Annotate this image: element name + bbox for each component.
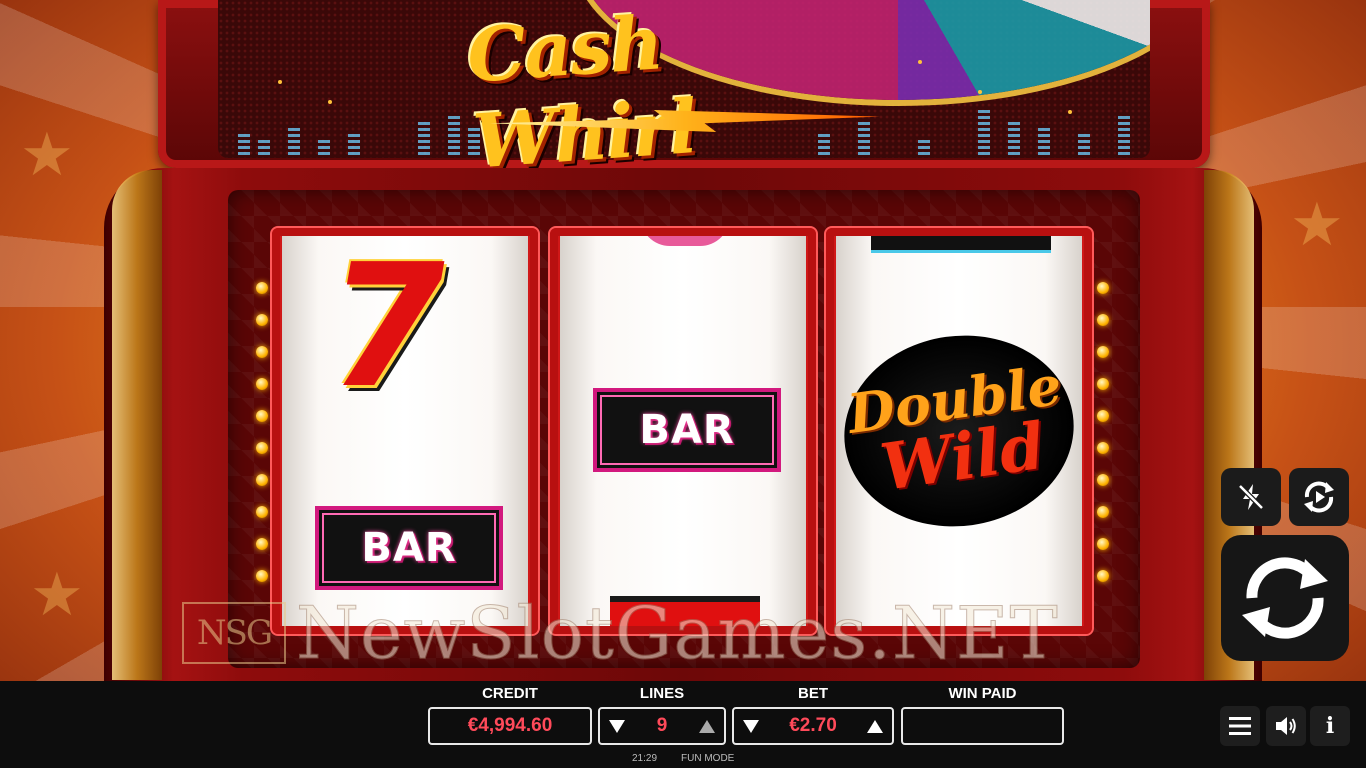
light-bulb	[1097, 474, 1109, 486]
equalizer-bar	[1078, 134, 1090, 158]
sparkle	[918, 60, 922, 64]
bar-label: BAR	[639, 407, 735, 453]
down-arrow-icon	[743, 719, 759, 733]
watermark: NSG NewSlotGames.NET	[182, 591, 1059, 676]
reel-face: BAR	[560, 236, 806, 626]
light-bulb	[256, 410, 268, 422]
equalizer-bar	[418, 122, 430, 158]
win-paid-label: WIN PAID	[948, 685, 1017, 702]
watermark-text: NewSlotGames.NET	[296, 591, 1059, 676]
light-bulb	[256, 474, 268, 486]
light-bulb	[256, 314, 268, 326]
bar-label: BAR	[361, 525, 457, 571]
star-decoration: ★	[30, 561, 84, 628]
sparkle	[328, 100, 332, 104]
equalizer-bar	[1038, 128, 1050, 158]
lightning-off-icon	[1238, 484, 1264, 510]
bar-symbol: BAR	[315, 506, 503, 590]
lines-label: LINES	[639, 685, 685, 702]
equalizer-bar	[448, 116, 460, 158]
sound-button[interactable]	[1266, 706, 1306, 746]
bet-decrease-button[interactable]	[736, 709, 766, 743]
menu-button[interactable]	[1220, 706, 1260, 746]
sparkle	[978, 90, 982, 94]
light-bulb	[256, 378, 268, 390]
credit-label: CREDIT	[482, 685, 538, 702]
light-bulb	[256, 346, 268, 358]
credit-display: €4,994.60	[428, 707, 592, 745]
spin-arrows-icon	[1242, 557, 1328, 639]
light-bulb	[256, 282, 268, 294]
clock: 21:29	[632, 753, 658, 764]
spin-button[interactable]	[1221, 535, 1349, 661]
speaker-icon	[1276, 717, 1296, 735]
seven-symbol: 7	[310, 236, 464, 426]
bet-value: €2.70	[789, 715, 837, 736]
up-arrow-icon	[867, 719, 883, 733]
equalizer-bar	[1008, 122, 1020, 158]
watermark-logo: NSG	[182, 602, 286, 664]
bet-control: €2.70	[732, 707, 894, 745]
equalizer-bar	[258, 140, 270, 158]
mode-indicator: FUN MODE	[681, 753, 735, 764]
autoplay-button[interactable]	[1289, 468, 1349, 526]
light-bulb	[1097, 570, 1109, 582]
down-arrow-icon	[609, 719, 625, 733]
light-bulb	[256, 506, 268, 518]
credit-value: €4,994.60	[467, 715, 553, 736]
double-wild-symbol: Double Wild	[836, 320, 1082, 542]
light-bulb	[256, 570, 268, 582]
sparkle	[1068, 110, 1072, 114]
light-bulb	[1097, 346, 1109, 358]
info-icon: i	[1325, 713, 1335, 739]
lines-increase-button[interactable]	[692, 709, 722, 743]
info-button[interactable]: i	[1310, 706, 1350, 746]
equalizer-bar	[288, 128, 300, 158]
light-bulb	[256, 442, 268, 454]
star-decoration: ★	[20, 121, 74, 188]
wild-line-2: Wild	[876, 408, 1050, 506]
sparkle	[278, 80, 282, 84]
win-paid-display	[901, 707, 1064, 745]
light-bulb	[1097, 506, 1109, 518]
reel-2: BAR	[550, 228, 816, 634]
partial-symbol-top	[640, 236, 730, 246]
equalizer-bar	[978, 110, 990, 158]
equalizer-bar	[238, 134, 250, 158]
light-bulb	[1097, 378, 1109, 390]
reel-1: 7 BAR	[272, 228, 538, 634]
turbo-button[interactable]	[1221, 468, 1281, 526]
equalizer-bar	[348, 134, 360, 158]
equalizer-bar	[1118, 116, 1130, 158]
lines-control: 9	[598, 707, 726, 745]
autoplay-icon	[1304, 481, 1334, 513]
light-bulb	[1097, 538, 1109, 550]
cabinet-gold-trim-left	[112, 170, 162, 680]
up-arrow-icon	[699, 719, 715, 733]
game-title: Cash Whirl	[464, 0, 699, 186]
star-decoration: ★	[1290, 191, 1344, 258]
bet-label: BET	[798, 685, 828, 702]
menu-icon	[1229, 717, 1251, 735]
partial-symbol-top	[871, 236, 1051, 253]
equalizer-bar	[318, 140, 330, 158]
light-bulb	[1097, 410, 1109, 422]
reel-3: Double Wild	[826, 228, 1092, 634]
reel-face: 7 BAR	[282, 236, 528, 626]
light-bulb	[1097, 442, 1109, 454]
bet-increase-button[interactable]	[860, 709, 890, 743]
light-bulb	[1097, 314, 1109, 326]
bar-symbol: BAR	[593, 388, 781, 472]
light-bulb	[1097, 282, 1109, 294]
lines-value: 9	[656, 715, 668, 736]
lines-decrease-button[interactable]	[602, 709, 632, 743]
light-bulb	[256, 538, 268, 550]
reel-face: Double Wild	[836, 236, 1082, 626]
game-logo: Cash Whirl	[465, 0, 890, 185]
equalizer-bar	[918, 140, 930, 158]
